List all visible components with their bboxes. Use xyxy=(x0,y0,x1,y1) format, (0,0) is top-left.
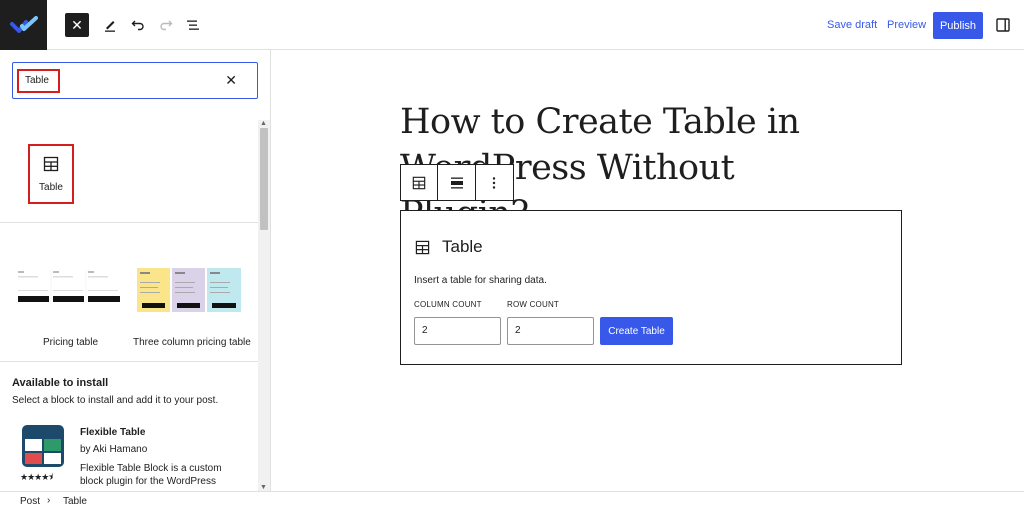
table-icon xyxy=(415,240,430,254)
block-item-table[interactable]: Table xyxy=(28,144,74,204)
three-column-pricing-preview-icon xyxy=(137,268,241,312)
undo-button[interactable] xyxy=(126,13,150,37)
pattern-label: Three column pricing table xyxy=(133,337,251,348)
more-vertical-icon xyxy=(493,176,496,189)
editor-canvas: How to Create Table in WordPress Without… xyxy=(272,51,1024,491)
save-draft-button[interactable]: Save draft xyxy=(827,19,877,31)
column-count-label: COLUMN COUNT xyxy=(414,300,482,309)
align-button[interactable] xyxy=(438,165,476,200)
plugin-author: by Aki Hamano xyxy=(80,444,148,455)
flexible-table-plugin-icon[interactable] xyxy=(22,425,64,467)
block-item-label: Table xyxy=(39,181,63,193)
settings-sidebar-button[interactable] xyxy=(995,17,1011,33)
chevron-right-icon: › xyxy=(47,495,51,506)
column-count-input[interactable]: 2 xyxy=(414,317,501,345)
block-editor: ✕ Save draft Preview Publish Table ✕ Tab… xyxy=(0,0,1024,511)
close-inserter-button[interactable]: ✕ xyxy=(65,13,89,37)
pattern-pricing-table[interactable] xyxy=(16,268,122,313)
list-view-icon xyxy=(187,20,199,30)
redo-icon xyxy=(160,20,173,31)
scrollbar-thumb[interactable] xyxy=(260,128,268,230)
row-count-input[interactable]: 2 xyxy=(507,317,594,345)
placeholder-header: Table xyxy=(415,237,483,257)
block-toolbar xyxy=(400,164,514,201)
plugin-description: Flexible Table Block is a custom block p… xyxy=(80,463,222,487)
undo-icon xyxy=(131,20,144,31)
scroll-up-icon[interactable]: ▲ xyxy=(260,120,267,127)
pattern-label: Pricing table xyxy=(43,337,99,348)
row-count-label: ROW COUNT xyxy=(507,300,560,309)
inserter-scrollbar[interactable]: ▲ ▼ xyxy=(258,120,270,491)
site-logo[interactable] xyxy=(0,0,47,50)
search-query-highlight[interactable]: Table xyxy=(17,69,60,93)
pricing-table-preview-icon xyxy=(16,268,122,308)
block-search-input[interactable]: Table ✕ xyxy=(12,62,258,99)
section-divider xyxy=(0,361,258,362)
section-divider xyxy=(0,222,258,223)
redo-button[interactable] xyxy=(154,13,178,37)
table-icon xyxy=(412,176,426,189)
plugin-name[interactable]: Flexible Table xyxy=(80,427,145,438)
placeholder-title: Table xyxy=(442,237,483,256)
block-options-button[interactable] xyxy=(476,165,513,200)
placeholder-instructions: Insert a table for sharing data. xyxy=(414,275,547,286)
pattern-three-column-pricing-table[interactable] xyxy=(137,268,241,317)
breadcrumb-table[interactable]: Table xyxy=(63,496,87,507)
scroll-down-icon[interactable]: ▼ xyxy=(260,484,267,491)
table-block-placeholder: Table Insert a table for sharing data. C… xyxy=(400,210,902,365)
list-view-button[interactable] xyxy=(181,13,205,37)
settings-sidebar-icon xyxy=(996,18,1010,32)
available-to-install-description: Select a block to install and add it to … xyxy=(12,395,219,406)
clear-search-icon[interactable]: ✕ xyxy=(225,72,237,89)
publish-button[interactable]: Publish xyxy=(933,12,983,39)
pencil-icon xyxy=(105,21,115,32)
check-logo-icon xyxy=(9,16,38,33)
plugin-logo-icon xyxy=(22,425,64,467)
plugin-rating-stars: ★★★★⯨ xyxy=(20,472,53,482)
align-wide-icon xyxy=(450,177,463,188)
create-table-button[interactable]: Create Table xyxy=(600,317,673,345)
block-inserter-panel: Table ✕ Table Pricing table Three column… xyxy=(0,50,271,491)
block-breadcrumb: Post › Table xyxy=(0,491,1024,511)
preview-button[interactable]: Preview xyxy=(887,19,926,31)
available-to-install-heading: Available to install xyxy=(12,377,109,389)
block-type-button[interactable] xyxy=(401,165,439,200)
tools-button[interactable] xyxy=(98,13,122,37)
close-icon: ✕ xyxy=(71,16,83,33)
editor-header: ✕ Save draft Preview Publish xyxy=(0,0,1024,50)
table-icon xyxy=(43,156,59,171)
breadcrumb-post[interactable]: Post xyxy=(20,496,40,507)
